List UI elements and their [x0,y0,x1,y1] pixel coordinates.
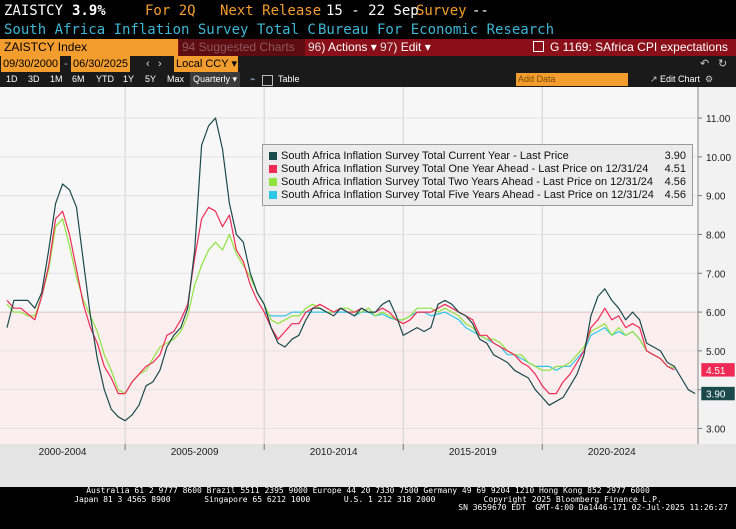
security-description: South Africa Inflation Survey Total C Bu… [0,22,736,39]
actions-label: Actions [328,40,368,54]
y-tick-label: 3.00 [706,424,726,435]
legend-value: 4.56 [664,176,686,188]
suggested-charts-button[interactable]: 94 Suggested Charts [179,39,305,56]
legend-value: 3.90 [664,150,686,162]
security-header: ZAISTCY 3.9% For 2Q Next Release 15 - 22… [0,0,736,22]
undo-icon[interactable]: ↶ [700,56,709,72]
chart-legend[interactable]: South Africa Inflation Survey Total Curr… [262,144,693,206]
legend-value: 4.56 [664,189,686,201]
legend-swatch [269,165,277,174]
legend-item-one-year[interactable]: South Africa Inflation Survey Total One … [269,163,686,176]
x-tick-label: 2020-2024 [588,447,636,458]
period-5y[interactable]: 5Y [145,72,156,87]
y-tick-label: 11.00 [706,114,731,125]
refresh-icon[interactable]: ↻ [718,56,727,72]
currency-label: Local CCY [176,58,229,70]
legend-label: South Africa Inflation Survey Total One … [281,163,649,175]
period-max[interactable]: Max [167,72,184,87]
period-6m[interactable]: 6M [72,72,85,87]
ticker: ZAISTCY [4,3,64,19]
period-1y[interactable]: 1Y [123,72,134,87]
date-separator: - [64,58,68,70]
scroll-left-icon[interactable]: ‹ [146,56,150,72]
x-tick-label: 2000-2004 [39,447,87,458]
legend-swatch [269,178,277,187]
legend-value: 4.51 [664,163,686,175]
x-tick-label: 2005-2009 [171,447,219,458]
actions-number: 96 [308,40,322,54]
legend-swatch [269,191,277,200]
next-release-label: Next Release [220,3,322,19]
y-tick-label: 10.00 [706,153,731,164]
line-chart-icon[interactable]: ⌁ [250,72,255,87]
frequency-select[interactable]: Quarterly ▾ [190,72,241,87]
date-range-bar: 09/30/2000 - 06/30/2025 ‹ › Local CCY ▾ … [0,56,736,72]
scroll-right-icon[interactable]: › [158,56,162,72]
period-bar: 1D 3D 1M 6M YTD 1Y 5Y Max Quarterly ▾ ⌁ … [0,72,736,87]
edit-chart-icon[interactable]: ↗ [650,72,658,87]
x-tick-label: 2010-2014 [310,447,358,458]
price-tag-label: 4.51 [706,366,726,377]
period-3d[interactable]: 3D [28,72,40,87]
last-value: 3.9% [72,3,106,19]
frequency-label: Quarterly [193,74,231,84]
external-link-icon[interactable] [533,41,544,52]
survey-value: -- [472,3,489,19]
footer-line-3: SN 3659670 EDT GMT-4:00 Da1446-171 02-Ju… [458,503,728,513]
period-1m[interactable]: 1M [50,72,63,87]
source-text: Bureau For Economic Research [318,22,555,38]
y-tick-label: 9.00 [706,192,726,203]
y-tick-label: 6.00 [706,308,726,319]
y-tick-label: 7.00 [706,269,726,280]
period-ytd[interactable]: YTD [96,72,114,87]
end-date-input[interactable]: 06/30/2025 [71,56,131,72]
chevron-down-icon: ▾ [424,40,431,54]
table-icon[interactable] [262,75,273,86]
next-release-value: 15 - 22 Sep [326,3,419,19]
edit-menu[interactable]: 97) Edit ▾ [380,39,431,56]
edit-label: Edit [400,40,422,54]
legend-item-five-years[interactable]: South Africa Inflation Survey Total Five… [269,189,686,202]
y-tick-label: 5.00 [706,347,726,358]
add-data-input[interactable]: Add Data [516,73,628,86]
edit-number: 97 [380,40,394,54]
legend-item-current-year[interactable]: South Africa Inflation Survey Total Curr… [269,150,686,163]
plot-background-lower [0,312,698,444]
survey-label: Survey [416,3,467,19]
period-label: For 2Q [145,3,196,19]
security-field[interactable]: ZAISTCY Index [0,39,178,56]
legend-label: South Africa Inflation Survey Total Five… [281,189,654,201]
period-1d[interactable]: 1D [6,72,18,87]
currency-select[interactable]: Local CCY ▾ [174,56,238,72]
footer: Australia 61 2 9777 8600 Brazil 5511 239… [0,486,736,529]
table-button[interactable]: Table [278,72,300,87]
legend-swatch [269,152,277,161]
start-date-input[interactable]: 09/30/2000 [1,56,61,72]
chart-title-text: G 1169: SAfrica CPI expectations [550,40,728,54]
y-tick-label: 8.00 [706,230,726,241]
legend-label: South Africa Inflation Survey Total Curr… [281,150,569,162]
chart-toolbar: ZAISTCY Index 94 Suggested Charts 96) Ac… [0,39,736,56]
description-text: South Africa Inflation Survey Total C [4,22,316,38]
legend-label: South Africa Inflation Survey Total Two … [281,176,654,188]
settings-gear-icon[interactable]: ⚙ [705,72,713,87]
legend-item-two-years[interactable]: South Africa Inflation Survey Total Two … [269,176,686,189]
x-tick-label: 2015-2019 [449,447,497,458]
chart-title: G 1169: SAfrica CPI expectations [533,39,728,56]
actions-menu[interactable]: 96) Actions ▾ [308,39,377,56]
edit-chart-button[interactable]: Edit Chart [660,72,700,87]
chevron-down-icon: ▾ [370,40,377,54]
price-tag-label: 3.90 [706,390,726,401]
